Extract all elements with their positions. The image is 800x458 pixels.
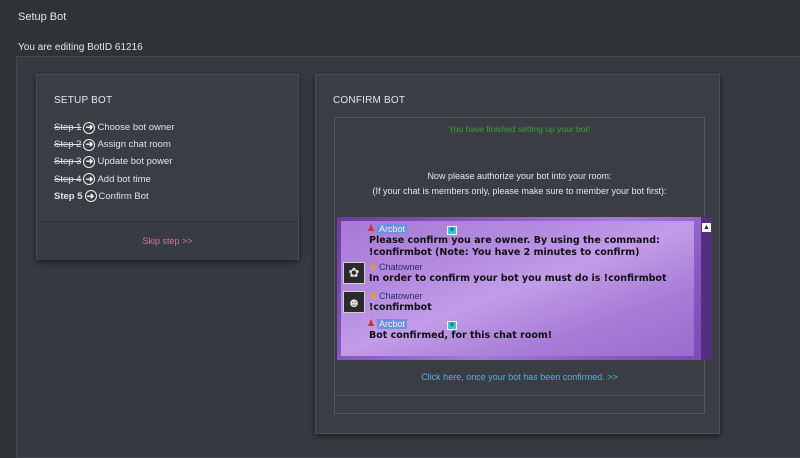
- step-number: Step 5: [54, 190, 83, 202]
- user-icon: ♟: [369, 290, 378, 300]
- confirm-bot-panel: CONFIRM BOT You have finished setting up…: [315, 74, 720, 434]
- top-bar: Setup Bot: [0, 0, 800, 36]
- authorize-line-2: (If your chat is members only, please ma…: [372, 186, 667, 196]
- confirm-box: You have finished setting up your bot! N…: [334, 117, 712, 414]
- step-1-item: Step 1 ➜ Choose bot owner: [54, 119, 175, 136]
- step-4-item: Step 4 ➜ Add bot time: [54, 171, 175, 188]
- chatowner-avatar[interactable]: ✿: [343, 262, 365, 284]
- message-text: !confirmbot: [369, 302, 432, 313]
- message-text: !confirmbot (Note: You have 2 minutes to…: [369, 247, 640, 258]
- arrow-circle-icon: ➜: [83, 121, 96, 134]
- steps-list: Step 1 ➜ Choose bot owner Step 2 ➜ Assig…: [54, 119, 175, 205]
- setup-bot-panel: SETUP BOT Step 1 ➜ Choose bot owner Step…: [36, 74, 299, 260]
- confirm-bot-title: CONFIRM BOT: [333, 95, 406, 106]
- authorize-instructions: Now please authorize your bot into your …: [335, 169, 704, 199]
- chatowner-avatar[interactable]: ☻: [343, 291, 365, 313]
- step-label: Add bot time: [97, 173, 151, 185]
- step-3-item: Step 3 ➜ Update bot power: [54, 153, 175, 170]
- setup-bot-title: SETUP BOT: [54, 95, 113, 106]
- chat-preview: ♟ Arcbot ⚙ Please confirm you are owner.…: [337, 217, 712, 360]
- message-author[interactable]: Arcbot: [377, 319, 408, 329]
- step-label: Confirm Bot: [98, 190, 149, 202]
- user-icon: ♟: [369, 261, 378, 271]
- message-text: In order to confirm your bot you must do…: [369, 273, 667, 284]
- divider: [335, 395, 704, 396]
- step-2-item: Step 2 ➜ Assign chat room: [54, 136, 175, 153]
- step-5-item: Step 5 ➜ Confirm Bot: [54, 188, 175, 205]
- authorize-line-1: Now please authorize your bot into your …: [427, 171, 612, 181]
- arrow-circle-icon: ➜: [83, 173, 96, 186]
- step-number: Step 3: [54, 156, 82, 168]
- user-icon: ♟: [367, 223, 376, 233]
- bot-badge-icon: ⚙: [447, 321, 457, 330]
- arrow-circle-icon: ➜: [83, 138, 96, 151]
- step-number: Step 1: [54, 122, 82, 134]
- step-label: Update bot power: [97, 156, 173, 168]
- message-text: Please confirm you are owner. By using t…: [369, 235, 660, 246]
- step-label: Assign chat room: [97, 139, 171, 151]
- message-text: Bot confirmed, for this chat room!: [369, 330, 553, 341]
- arrow-circle-icon: ➜: [83, 155, 96, 168]
- user-icon: ♟: [367, 318, 376, 328]
- step-number: Step 4: [54, 173, 82, 185]
- message-author[interactable]: Chatowner: [379, 291, 423, 301]
- bot-confirmed-link[interactable]: Click here, once your bot has been confi…: [335, 372, 704, 382]
- chat-scrollbar[interactable]: ▲: [701, 217, 712, 360]
- bot-badge-icon: ⚙: [447, 226, 457, 235]
- editing-bot-text: You are editing BotID 61216: [18, 42, 143, 53]
- step-label: Choose bot owner: [97, 122, 175, 134]
- arrow-circle-icon: ➜: [84, 190, 97, 203]
- page-title: Setup Bot: [18, 11, 67, 23]
- scroll-up-icon[interactable]: ▲: [702, 223, 711, 232]
- chat-messages: ♟ Arcbot ⚙ Please confirm you are owner.…: [341, 221, 694, 356]
- message-author[interactable]: Chatowner: [379, 262, 423, 272]
- message-author[interactable]: Arcbot: [377, 224, 408, 234]
- skip-step-link[interactable]: Skip step >>: [37, 236, 298, 246]
- finished-message: You have finished setting up your bot!: [448, 124, 591, 134]
- setup-panel-footer: Skip step >>: [37, 221, 298, 260]
- step-number: Step 2: [54, 139, 82, 151]
